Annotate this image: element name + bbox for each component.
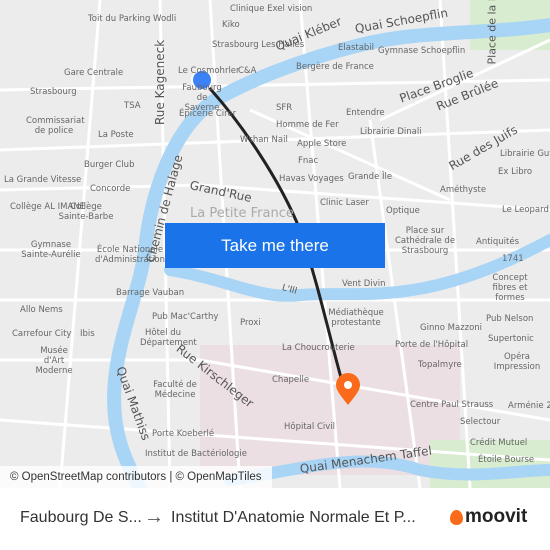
poi-label: Institut de Bactériologie <box>145 449 247 459</box>
poi-label: Entendre <box>346 108 385 118</box>
poi-label: Librairie Dinali <box>360 127 422 137</box>
poi-label: Gymnase Sainte-Aurélie <box>21 240 81 260</box>
street-label: Place de la République <box>485 0 499 65</box>
poi-label: Carrefour City <box>12 329 72 339</box>
poi-label: La Grande Vitesse <box>4 175 82 185</box>
poi-label: La Poste <box>98 130 134 140</box>
footer-bar: Faubourg De S... → Institut D'Anatomie N… <box>0 488 550 550</box>
poi-label: Chapelle <box>272 375 310 385</box>
poi-label: SFR <box>276 103 293 113</box>
take-me-there-button[interactable]: Take me there <box>165 223 385 268</box>
poi-label: Améthyste <box>440 185 487 195</box>
poi-label: Pub Mac'Carthy <box>152 312 219 322</box>
poi-label: Étoile Bourse <box>478 455 535 465</box>
poi-label: Kiko <box>222 20 240 30</box>
poi-label: Commissariat de police <box>26 116 85 136</box>
poi-label: Barrage Vauban <box>116 288 185 298</box>
poi-label: C&A <box>238 66 257 76</box>
poi-label: Elastabil <box>338 43 375 53</box>
poi-label: Wshan Nail <box>240 135 288 145</box>
poi-label: Vent Divin <box>342 279 386 289</box>
poi-label: Place sur Cathédrale de Strasbourg <box>394 226 456 256</box>
arrow-right-icon: → <box>144 506 164 528</box>
poi-label: Opéra Impression <box>493 352 541 372</box>
poi-label: Porte Koeberlé <box>152 429 215 439</box>
poi-label: Centre Paul Strauss <box>410 400 494 410</box>
poi-label: Clinique Exel vision <box>230 4 313 14</box>
poi-label: Ex Libro <box>498 167 533 177</box>
poi-label: Proxi <box>240 318 261 328</box>
destination-name: Institut D'Anatomie Normale Et P... <box>171 509 416 526</box>
poi-label: Selectour <box>460 417 501 427</box>
poi-label: Havas Voyages <box>279 174 344 184</box>
poi-label: Allo Nems <box>20 305 63 315</box>
poi-label: Pub Nelson <box>486 314 534 324</box>
moovit-pin-icon <box>450 509 463 525</box>
poi-label: Concorde <box>90 184 131 194</box>
poi-label: Épicerie Cirer <box>179 109 237 119</box>
poi-label: Arménie 2 <box>508 401 550 411</box>
poi-label: Librairie Gutenberg <box>500 149 550 159</box>
poi-label: Collège Sainte-Barbe <box>58 202 114 222</box>
poi-label: Ginno Mazzoni <box>420 323 483 333</box>
poi-label: Bergère de France <box>296 62 374 72</box>
poi-label: Musée d'Art Moderne <box>35 346 73 376</box>
brand-name: moovit <box>465 506 528 527</box>
poi-label: Faculté de Médecine <box>153 380 197 400</box>
poi-label: Topalmyre <box>418 360 462 370</box>
poi-label: Supertonic <box>488 334 534 344</box>
district-label: La Petite France <box>190 206 294 221</box>
poi-label: Fnac <box>298 156 319 166</box>
poi-label: La Choucrouterie <box>282 343 355 353</box>
poi-label: Ibis <box>80 329 95 339</box>
poi-label: Concept fibres et formes <box>492 273 528 303</box>
poi-label: Grande Île <box>348 172 393 182</box>
poi-label: 1741 <box>502 254 524 264</box>
poi-label: TSA <box>124 101 141 111</box>
poi-label: Homme de Fer <box>276 120 339 130</box>
moovit-logo[interactable]: moovit <box>450 506 527 528</box>
poi-label: Clinic Laser <box>320 198 369 208</box>
poi-label: Médiathèque protestante <box>328 308 384 328</box>
poi-label: Optique <box>386 206 420 216</box>
poi-label: Burger Club <box>84 160 135 170</box>
poi-label: Crédit Mutuel <box>470 438 528 448</box>
poi-label: Le Leopard <box>502 205 549 215</box>
poi-label: Le Cosmohrler <box>178 66 240 76</box>
poi-label: Toit du Parking Wodli <box>88 14 177 24</box>
poi-label: Gymnase Schoepflin <box>378 46 466 56</box>
street-label: Rue Kageneck <box>153 39 167 125</box>
map[interactable]: Toit du Parking Wodli Kiko Clinique Exel… <box>0 0 550 488</box>
poi-label: Gare Centrale <box>64 68 124 78</box>
poi-label: Porte de l'Hôpital <box>395 340 469 350</box>
poi-label: Hôpital Civil <box>284 422 336 432</box>
poi-label: Apple Store <box>297 139 347 149</box>
poi-label: Antiquités <box>476 237 520 247</box>
poi-label: Strasbourg <box>30 87 77 97</box>
origin-stop-name: Faubourg De S... <box>20 509 142 526</box>
map-attribution[interactable]: © OpenStreetMap contributors | © OpenMap… <box>0 466 272 488</box>
